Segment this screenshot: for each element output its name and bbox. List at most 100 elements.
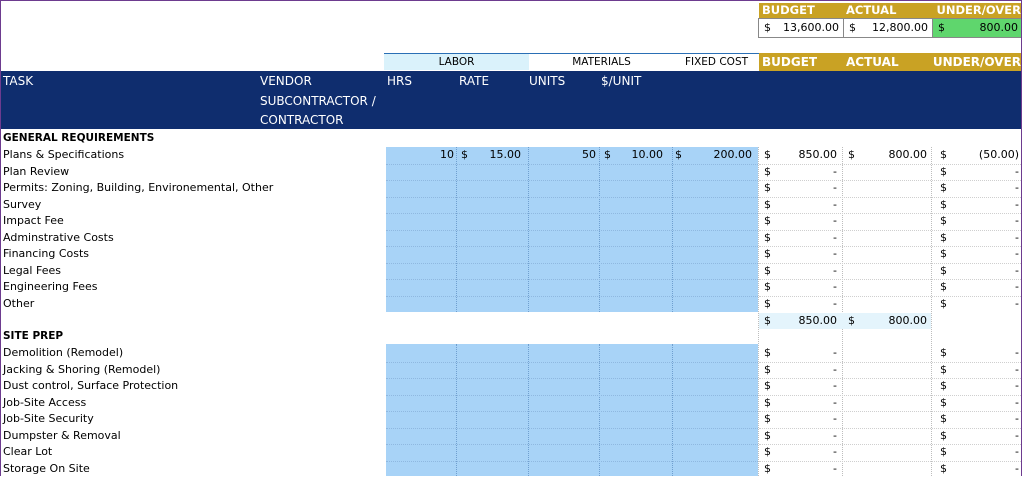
total-budget-value: 850.00 <box>798 314 838 327</box>
row-divider <box>386 362 758 363</box>
budget-currency: $ <box>764 462 771 475</box>
task-name[interactable]: Impact Fee <box>3 213 64 229</box>
under-over-currency: $ <box>940 396 947 409</box>
fixed-cost-group-header: FIXED COST <box>674 53 760 70</box>
under-over-currency: $ <box>940 429 947 442</box>
budget-currency: $ <box>764 346 771 359</box>
column-divider <box>672 344 673 476</box>
column-header-units: UNITS <box>529 74 566 88</box>
budget-value: - <box>833 247 837 260</box>
row-divider <box>386 180 758 181</box>
row-divider <box>386 263 758 264</box>
task-name[interactable]: Job-Site Security <box>3 411 94 427</box>
per-unit-value[interactable]: 10.00 <box>613 147 664 163</box>
column-header-vendor: VENDOR <box>260 74 312 88</box>
under-over-value: - <box>1015 280 1019 293</box>
summary-actual-cell[interactable]: $ 12,800.00 <box>843 18 932 38</box>
task-name[interactable]: Financing Costs <box>3 246 89 262</box>
summary-under-over-cell[interactable]: $ 800.00 <box>932 18 1021 38</box>
under-over-value: - <box>1015 412 1019 425</box>
column-header-per-unit: $/UNIT <box>601 74 642 88</box>
actual-group-header: ACTUAL <box>846 53 932 71</box>
task-name[interactable]: Clear Lot <box>3 444 52 460</box>
row-divider <box>386 230 758 231</box>
budget-currency: $ <box>764 198 771 211</box>
under-over-currency: $ <box>940 379 947 392</box>
task-name[interactable]: Permits: Zoning, Building, Environementa… <box>3 180 273 196</box>
task-name[interactable]: Plan Review <box>3 164 69 180</box>
under-over-currency: $ <box>940 363 947 376</box>
summary-under-over-header: UNDER/OVER <box>932 3 1021 18</box>
task-name[interactable]: Storage On Site <box>3 461 90 476</box>
budget-value: - <box>833 280 837 293</box>
task-name[interactable]: Other <box>3 296 34 312</box>
column-header-task: TASK <box>3 74 34 88</box>
task-name[interactable]: Legal Fees <box>3 263 61 279</box>
column-header-band <box>1 71 1021 129</box>
under-over-value: - <box>1015 396 1019 409</box>
budget-currency: $ <box>764 280 771 293</box>
budget-value: - <box>833 264 837 277</box>
budget-currency: $ <box>764 181 771 194</box>
column-divider <box>456 344 457 476</box>
under-over-currency: $ <box>940 165 947 178</box>
row-divider <box>386 296 758 297</box>
hrs-value[interactable]: 10 <box>387 147 454 163</box>
under-over-currency: $ <box>940 346 947 359</box>
under-over-currency: $ <box>940 445 947 458</box>
budget-value: - <box>833 363 837 376</box>
summary-actual-header: ACTUAL <box>846 3 932 18</box>
rate-value[interactable]: 15.00 <box>471 147 522 163</box>
total-actual-value: 800.00 <box>888 314 928 327</box>
task-name[interactable]: Dumpster & Removal <box>3 428 121 444</box>
summary-actual-value: 12,800.00 <box>872 21 928 34</box>
column-header-hrs: HRS <box>387 74 412 88</box>
task-name[interactable]: Demolition (Remodel) <box>3 345 123 361</box>
under-over-currency: $ <box>940 462 947 475</box>
under-over-currency: $ <box>940 280 947 293</box>
spreadsheet: BUDGET ACTUAL UNDER/OVER $ 13,600.00 $ 1… <box>0 0 1022 476</box>
rate-currency: $ <box>461 148 468 161</box>
budget-value: - <box>833 181 837 194</box>
budget-value: - <box>833 231 837 244</box>
summary-under-over-value: 800.00 <box>979 21 1019 34</box>
row-divider <box>386 411 758 412</box>
under-over-value: - <box>1015 346 1019 359</box>
budget-currency: $ <box>764 445 771 458</box>
under-over-value: - <box>1015 181 1019 194</box>
task-name[interactable]: Dust control, Surface Protection <box>3 378 178 394</box>
budget-value: - <box>833 445 837 458</box>
summary-budget-cell[interactable]: $ 13,600.00 <box>758 18 843 38</box>
budget-value: - <box>833 429 837 442</box>
under-over-value: - <box>1015 363 1019 376</box>
under-over-value: - <box>1015 247 1019 260</box>
budget-value: - <box>833 297 837 310</box>
currency-symbol: $ <box>764 21 771 34</box>
section-title: SITE PREP <box>3 330 64 342</box>
under-over-currency: $ <box>940 214 947 227</box>
budget-value: - <box>833 462 837 475</box>
section-title: GENERAL REQUIREMENTS <box>3 132 155 144</box>
under-over-group-header: UNDER/OVER <box>932 53 1021 71</box>
row-divider <box>386 279 758 280</box>
row-divider <box>386 197 758 198</box>
task-name[interactable]: Job-Site Access <box>3 395 86 411</box>
currency-symbol: $ <box>938 21 945 34</box>
budget-currency: $ <box>764 165 771 178</box>
under-over-currency: $ <box>940 181 947 194</box>
task-name[interactable]: Plans & Specifications <box>3 147 124 163</box>
under-over-currency: $ <box>940 198 947 211</box>
actual-value[interactable]: 800.00 <box>856 147 928 163</box>
task-name[interactable]: Survey <box>3 197 41 213</box>
materials-group-header: MATERIALS <box>529 53 674 70</box>
row-divider <box>386 213 758 214</box>
budget-value: - <box>833 396 837 409</box>
under-over-currency: $ <box>940 148 947 161</box>
task-name[interactable]: Jacking & Shoring (Remodel) <box>3 362 160 378</box>
under-over-value: - <box>1015 231 1019 244</box>
task-name[interactable]: Adminstrative Costs <box>3 230 114 246</box>
task-name[interactable]: Engineering Fees <box>3 279 98 295</box>
fixed-cost-value[interactable]: 200.00 <box>681 147 753 163</box>
under-over-currency: $ <box>940 412 947 425</box>
units-value[interactable]: 50 <box>529 147 596 163</box>
